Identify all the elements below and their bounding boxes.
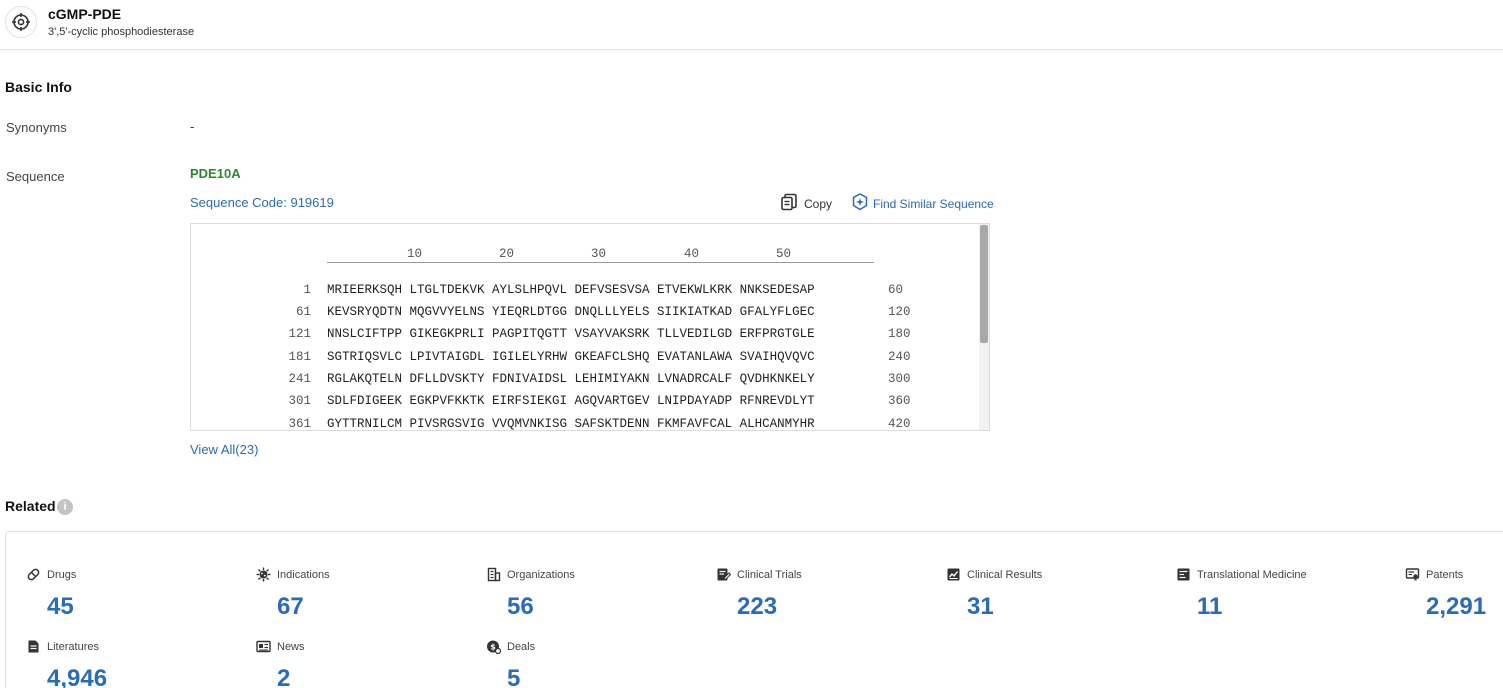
certificate-icon [1405, 567, 1420, 582]
row-sequence: NNSLCIFTPP GIKEGKPRLI PAGPITQGTT VSAYVAK… [327, 327, 815, 341]
copy-icon [780, 193, 798, 214]
sequence-scrollbar[interactable] [979, 224, 989, 430]
ruler-tick: 10 [407, 247, 422, 261]
find-similar-sequence-button[interactable]: Find Similar Sequence [851, 193, 994, 214]
deal-icon: $ [486, 639, 501, 654]
view-all-link[interactable]: View All(23) [190, 442, 258, 457]
newspaper-icon [256, 639, 271, 654]
stat-label: Translational Medicine [1197, 569, 1307, 581]
stat-value: 11 [1197, 593, 1222, 621]
basic-info-heading: Basic Info [5, 79, 72, 95]
stat-label: Indications [277, 569, 330, 581]
row-start-index: 1 [191, 283, 311, 297]
ruler-tick: 40 [684, 247, 699, 261]
row-end-index: 60 [888, 283, 903, 297]
row-end-index: 300 [888, 372, 911, 386]
row-sequence: GYTTRNILCM PIVSRGSVIG VVQMVNKISG SAFSKTD… [327, 417, 815, 431]
synonyms-label: Synonyms [6, 120, 67, 135]
stat-value: 223 [737, 593, 777, 621]
stat-value: 2,291 [1426, 593, 1486, 621]
find-similar-label: Find Similar Sequence [873, 197, 994, 211]
building-icon [486, 567, 501, 582]
row-start-index: 181 [191, 350, 311, 364]
stat-label: Clinical Trials [737, 569, 802, 581]
page-title: cGMP-PDE [48, 6, 121, 22]
related-heading: Related [5, 498, 56, 514]
ruler-tick: 30 [591, 247, 606, 261]
row-start-index: 301 [191, 394, 311, 408]
document-icon [26, 639, 41, 654]
flask-doc-icon [1176, 567, 1191, 582]
stat-label: Clinical Results [967, 569, 1042, 581]
ruler-tick: 20 [499, 247, 514, 261]
sequence-label: Sequence [6, 169, 65, 184]
pill-icon [26, 567, 41, 582]
sequence-viewer[interactable]: 10 20 30 40 50 1 MRIEERKSQH LTGLTDEKVK A… [190, 223, 990, 431]
page-subtitle: 3',5'-cyclic phosphodiesterase [48, 26, 194, 38]
virus-icon [256, 567, 271, 582]
info-icon[interactable]: i [57, 499, 73, 515]
row-start-index: 61 [191, 305, 311, 319]
stat-value: 2 [277, 665, 290, 688]
ruler-tick: 50 [776, 247, 791, 261]
similar-search-icon [851, 193, 869, 214]
stat-label: Drugs [47, 569, 76, 581]
copy-label: Copy [804, 197, 832, 211]
row-sequence: RGLAKQTELN DFLLDVSKTY FDNIVAIDSL LEHIMIY… [327, 372, 815, 386]
row-sequence: KEVSRYQDTN MQGVVYELNS YIEQRLDTGG DNQLLLY… [327, 305, 815, 319]
clipboard-edit-icon [716, 567, 731, 582]
ruler-line [327, 262, 874, 263]
row-end-index: 120 [888, 305, 911, 319]
stat-value: 31 [967, 593, 994, 621]
chart-doc-icon [946, 567, 961, 582]
stat-label: Organizations [507, 569, 575, 581]
stat-label: Literatures [47, 641, 99, 653]
stat-label: Deals [507, 641, 535, 653]
stat-value: 56 [507, 593, 534, 621]
stat-label: Patents [1426, 569, 1463, 581]
stat-value: 4,946 [47, 665, 107, 688]
synonyms-value: - [190, 119, 194, 134]
row-start-index: 241 [191, 372, 311, 386]
stat-value: 67 [277, 593, 304, 621]
row-end-index: 240 [888, 350, 911, 364]
row-end-index: 360 [888, 394, 911, 408]
gene-name: PDE10A [190, 166, 241, 181]
row-sequence: MRIEERKSQH LTGLTDEKVK AYLSLHPQVL DEFVSES… [327, 283, 815, 297]
row-start-index: 361 [191, 417, 311, 431]
row-start-index: 121 [191, 327, 311, 341]
row-sequence: SGTRIQSVLC LPIVTAIGDL IGILELYRHW GKEAFCL… [327, 350, 815, 364]
related-panel: Drugs 45 Indications 67 Organizations 56 [5, 531, 1503, 688]
stat-label: News [277, 641, 305, 653]
stat-value: 5 [507, 665, 520, 688]
target-logo-icon [5, 6, 37, 38]
scrollbar-thumb[interactable] [980, 225, 988, 343]
stat-value: 45 [47, 593, 74, 621]
row-sequence: SDLFDIGEEK EGKPVFKKTK EIRFSIEKGI AGQVART… [327, 394, 815, 408]
row-end-index: 180 [888, 327, 911, 341]
page-header: cGMP-PDE 3',5'-cyclic phosphodiesterase [0, 0, 1503, 50]
row-end-index: 420 [888, 417, 911, 431]
copy-button[interactable]: Copy [780, 193, 832, 214]
sequence-code-link[interactable]: Sequence Code: 919619 [190, 195, 334, 210]
